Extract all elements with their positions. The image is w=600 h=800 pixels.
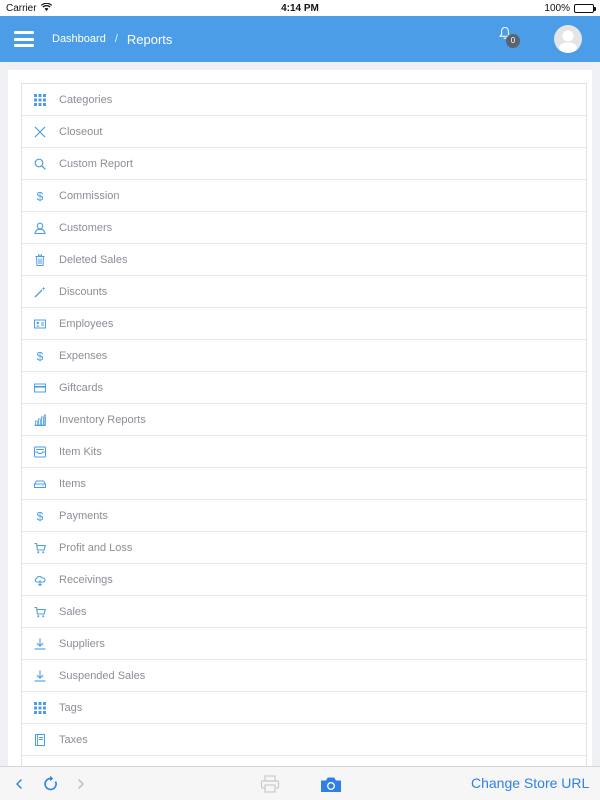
report-item-label: Employees	[59, 317, 114, 330]
report-item-label: Giftcards	[59, 381, 104, 394]
report-item-payments[interactable]: $ Payments	[22, 500, 586, 532]
report-item-items[interactable]: Items	[22, 468, 586, 500]
report-item-closeout[interactable]: Closeout	[22, 116, 586, 148]
report-item-custom-report[interactable]: Custom Report	[22, 148, 586, 180]
report-item-label: Inventory Reports	[59, 413, 146, 426]
report-item-employees[interactable]: Employees	[22, 308, 586, 340]
grid-icon	[22, 93, 58, 106]
report-item-profit-and-loss[interactable]: Profit and Loss	[22, 532, 586, 564]
forward-button[interactable]	[72, 776, 90, 792]
wifi-icon	[40, 2, 52, 14]
report-item-label: Profit and Loss	[59, 541, 133, 554]
report-item-inventory-reports[interactable]: Inventory Reports	[22, 404, 586, 436]
report-item-label: Discounts	[59, 285, 108, 298]
inbox-icon	[22, 446, 58, 458]
status-left: Carrier	[6, 2, 206, 14]
user-icon	[22, 222, 58, 234]
dollar-icon: $	[22, 190, 58, 202]
report-item-suspended-sales[interactable]: Suspended Sales	[22, 660, 586, 692]
trash-icon	[22, 254, 58, 266]
camera-icon	[321, 777, 341, 792]
report-item-label: Closeout	[59, 125, 103, 138]
report-item-label: Commission	[59, 189, 120, 202]
download-icon	[22, 638, 58, 650]
change-store-url-button[interactable]: Change Store URL	[471, 775, 589, 791]
bottom-toolbar: Change Store URL	[0, 766, 600, 800]
report-item-taxes[interactable]: Taxes	[22, 724, 586, 756]
print-button[interactable]	[258, 773, 282, 795]
report-item-item-kits[interactable]: Item Kits	[22, 436, 586, 468]
report-item-label: Tags	[59, 701, 83, 714]
default-user-icon	[557, 30, 579, 53]
breadcrumb-separator: /	[114, 33, 118, 45]
report-item-label: Taxes	[59, 733, 88, 746]
printer-icon	[260, 775, 280, 793]
report-item-giftcards[interactable]: Giftcards	[22, 372, 586, 404]
notification-count-badge: 0	[506, 34, 520, 48]
page-title: Reports	[126, 31, 173, 47]
report-item-label: Suspended Sales	[59, 669, 146, 682]
refresh-icon	[44, 775, 57, 791]
status-time: 4:14 PM	[281, 2, 319, 14]
close-icon	[22, 126, 58, 138]
cart-icon	[22, 606, 58, 618]
svg-text:$: $	[37, 350, 44, 362]
report-item-categories[interactable]: Categories	[22, 84, 586, 116]
dollar-icon: $	[22, 510, 58, 522]
grid-icon	[22, 701, 58, 714]
status-bar: Carrier 4:14 PM 100%	[0, 0, 600, 16]
chevron-left-icon	[16, 779, 22, 789]
reports-list: Categories Closeout Custom Report $ Commissi…	[21, 83, 587, 788]
report-item-label: Suppliers	[59, 637, 105, 650]
breadcrumb-dashboard-link[interactable]: Dashboard	[52, 33, 106, 45]
report-item-sales[interactable]: Sales	[22, 596, 586, 628]
svg-text:$: $	[37, 190, 44, 202]
report-item-label: Items	[59, 477, 86, 490]
report-item-commission[interactable]: $ Commission	[22, 180, 586, 212]
main-content: Categories Closeout Custom Report $ Commissi…	[8, 70, 592, 788]
report-item-label: Categories	[59, 93, 113, 106]
report-item-label: Item Kits	[59, 445, 102, 458]
camera-button[interactable]	[319, 773, 343, 795]
report-item-label: Customers	[59, 221, 113, 234]
report-item-suppliers[interactable]: Suppliers	[22, 628, 586, 660]
svg-text:$: $	[37, 510, 44, 522]
report-item-expenses[interactable]: $ Expenses	[22, 340, 586, 372]
box-icon	[22, 478, 58, 490]
report-item-label: Payments	[59, 509, 108, 522]
breadcrumb: Dashboard / Reports	[52, 32, 172, 47]
report-item-label: Receivings	[59, 573, 113, 586]
cart-icon	[22, 542, 58, 554]
download-icon	[22, 670, 58, 682]
id-card-icon	[22, 318, 58, 330]
report-item-label: Expenses	[59, 349, 108, 362]
battery-label: 100%	[544, 2, 570, 14]
status-right: 100%	[394, 2, 596, 14]
cloud-download-icon	[22, 574, 58, 586]
dollar-icon: $	[22, 350, 58, 362]
app-header: Dashboard / Reports 0	[0, 16, 600, 62]
report-item-customers[interactable]: Customers	[22, 212, 586, 244]
battery-icon	[574, 3, 596, 13]
report-item-label: Deleted Sales	[59, 253, 128, 266]
hamburger-menu-icon[interactable]	[14, 31, 34, 47]
carrier-label: Carrier	[6, 2, 37, 14]
report-item-label: Sales	[59, 605, 87, 618]
report-item-label: Custom Report	[59, 157, 133, 170]
back-button[interactable]	[10, 776, 28, 792]
user-avatar[interactable]	[554, 25, 582, 53]
notifications-button[interactable]: 0	[496, 26, 524, 52]
credit-card-icon	[22, 382, 58, 394]
bar-chart-icon	[22, 414, 58, 426]
report-item-receivings[interactable]: Receivings	[22, 564, 586, 596]
magic-wand-icon	[22, 286, 58, 298]
report-item-discounts[interactable]: Discounts	[22, 276, 586, 308]
chevron-right-icon	[78, 779, 84, 789]
search-icon	[22, 158, 58, 170]
book-icon	[22, 733, 58, 746]
reload-button[interactable]	[40, 773, 62, 795]
report-item-deleted-sales[interactable]: Deleted Sales	[22, 244, 586, 276]
report-item-tags[interactable]: Tags	[22, 692, 586, 724]
